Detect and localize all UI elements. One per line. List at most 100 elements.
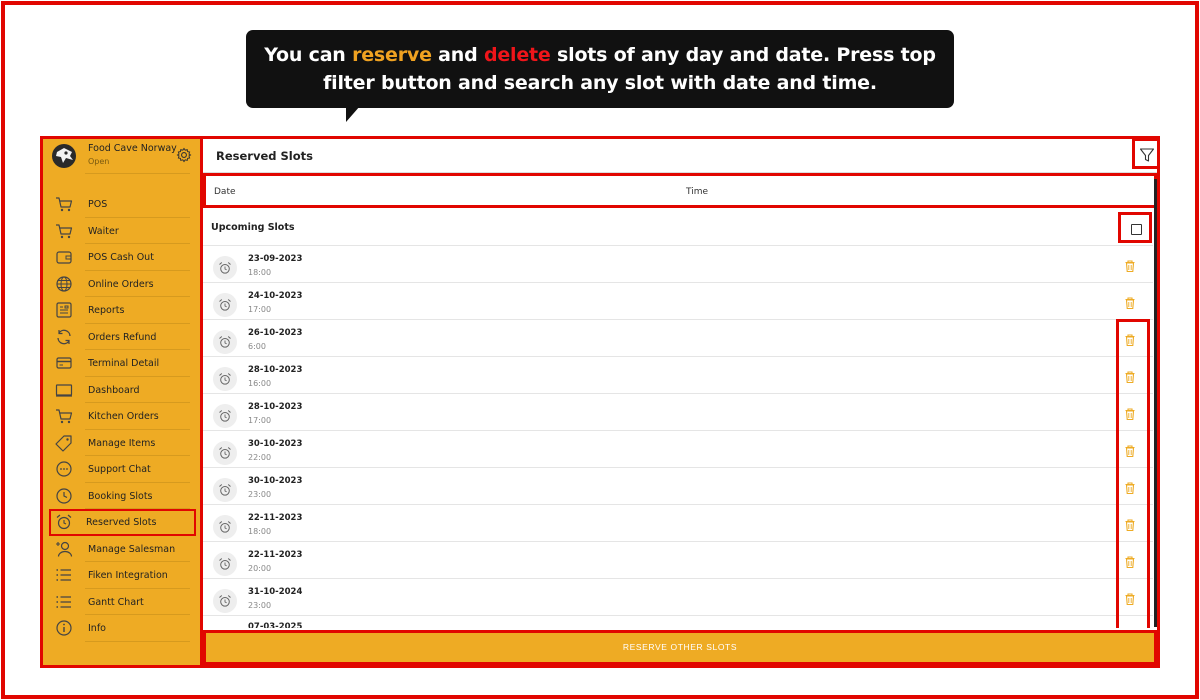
callout-prefix: You can [264,44,353,66]
globe-icon [56,275,72,292]
monitor-icon [55,383,73,397]
slot-date: 30-10-2023 [248,476,303,486]
slot-date: 30-10-2023 [248,439,303,449]
column-date: Date [214,187,236,197]
cart-icon [56,223,73,238]
sidebar-item-reports[interactable]: Reports [43,297,200,324]
slot-date: 28-10-2023 [248,365,303,375]
sidebar-item-label: Info [88,623,106,634]
sidebar-item-reserved-slots[interactable]: Reserved Slots [49,509,196,536]
table-row[interactable]: 23-09-2023 18:00 [203,246,1153,283]
reserve-other-slots-button[interactable]: RESERVE OTHER SLOTS [203,630,1157,665]
sidebar-item-terminal-detail[interactable]: Terminal Detail [43,350,200,377]
upcoming-section-header: Upcoming Slots [203,208,1153,246]
table-row[interactable]: 30-10-2023 23:00 [203,468,1153,505]
table-row[interactable]: 22-11-2023 18:00 [203,505,1153,542]
table-row[interactable]: 26-10-2023 6:00 [203,320,1153,357]
sidebar-item-info[interactable]: Info [43,615,200,642]
sidebar-item-gantt-chart[interactable]: Gantt Chart [43,589,200,615]
wallet-icon [56,251,72,264]
alarm-clock-icon [213,367,237,391]
sidebar-nav: POS Waiter POS Cash Out Online Orders Report… [43,191,200,642]
trash-icon[interactable] [1123,370,1137,384]
slot-date: 22-11-2023 [248,513,303,523]
slot-time: 18:00 [248,527,272,536]
alarm-clock-icon [213,293,237,317]
table-row[interactable]: 22-11-2023 20:00 [203,542,1153,579]
select-all-checkbox[interactable] [1118,212,1152,243]
chat-icon [56,461,72,477]
sidebar-item-kitchen-orders[interactable]: Kitchen Orders [43,403,200,430]
sidebar-item-pos-cash-out[interactable]: POS Cash Out [43,244,200,271]
sidebar-item-orders-refund[interactable]: Orders Refund [43,324,200,350]
cart-icon [56,197,73,212]
slot-date: 28-10-2023 [248,402,303,412]
slot-time: 17:00 [248,305,272,314]
alarm-clock-icon [213,441,237,465]
sidebar-item-dashboard[interactable]: Dashboard [43,377,200,403]
sidebar-item-support-chat[interactable]: Support Chat [43,456,200,483]
trash-icon[interactable] [1123,296,1137,310]
alarm-clock-icon [213,404,237,428]
trash-icon[interactable] [1123,259,1137,273]
alarm-clock-icon [213,330,237,354]
slot-time: 23:00 [248,601,272,610]
add-user-icon [56,541,73,557]
table-row[interactable]: 30-10-2023 22:00 [203,431,1153,468]
trash-icon[interactable] [1123,407,1137,421]
trash-icon[interactable] [1123,592,1137,606]
table-row[interactable]: 07-03-2025 [203,616,1153,628]
slot-date: 23-09-2023 [248,254,303,264]
trash-icon[interactable] [1123,481,1137,495]
table-row[interactable]: 28-10-2023 17:00 [203,394,1153,431]
sidebar-item-label: Waiter [88,225,119,237]
trash-icon[interactable] [1123,333,1137,347]
brand-status: Open [88,157,110,166]
brand-header: Food Cave Norway Open [43,139,200,175]
list-scrollbar[interactable] [1154,179,1157,627]
table-row[interactable]: 24-10-2023 17:00 [203,283,1153,320]
instruction-callout: You can reserve and delete slots of any … [246,30,954,108]
sidebar-item-manage-items[interactable]: Manage Items [43,430,200,456]
sidebar-item-label: Fiken Integration [88,570,168,581]
sidebar-item-fiken-integration[interactable]: Fiken Integration [43,562,200,589]
brand-divider [85,173,190,174]
tag-icon [55,434,72,452]
sidebar-item-manage-salesman[interactable]: Manage Salesman [43,536,200,562]
trash-icon[interactable] [1123,444,1137,458]
sidebar-item-pos[interactable]: POS [43,191,200,218]
alarm-clock-icon [213,589,237,613]
slot-time: 17:00 [248,416,272,425]
slot-time: 20:00 [248,564,272,573]
filter-button[interactable] [1132,139,1157,169]
info-icon [56,620,72,636]
trash-icon[interactable] [1123,518,1137,532]
sidebar-item-label: Orders Refund [88,331,157,343]
cart-icon [56,409,73,424]
gear-icon[interactable] [176,147,192,163]
trash-icon[interactable] [1123,555,1137,569]
list-icon [56,569,71,581]
app-window: Food Cave Norway Open POS Waiter POS Cash … [40,136,1160,668]
sidebar: Food Cave Norway Open POS Waiter POS Cash … [43,139,203,665]
sidebar-item-booking-slots[interactable]: Booking Slots [43,483,200,509]
card-icon [56,357,72,369]
report-icon [56,302,72,318]
main-panel: Reserved Slots Date Time Upcoming Slots … [203,139,1157,665]
alarm-clock-icon [213,552,237,576]
sidebar-item-waiter[interactable]: Waiter [43,218,200,244]
sidebar-item-label: Terminal Detail [88,358,160,369]
callout-reserve-word: reserve [352,44,432,66]
slot-date: 26-10-2023 [248,328,303,338]
sidebar-item-label: Booking Slots [88,490,153,502]
sidebar-item-label: Reserved Slots [86,517,157,528]
table-row[interactable]: 31-10-2024 23:00 [203,579,1153,616]
filter-icon [1139,148,1155,162]
checkbox-box [1131,224,1142,235]
sidebar-item-online-orders[interactable]: Online Orders [43,271,200,297]
sidebar-item-label: Dashboard [88,384,140,396]
sidebar-item-label: POS Cash Out [88,252,154,263]
slots-list: Upcoming Slots 23-09-2023 18:00 24-10-2023… [203,208,1157,628]
table-row[interactable]: 28-10-2023 16:00 [203,357,1153,394]
callout-middle: and [431,44,484,66]
